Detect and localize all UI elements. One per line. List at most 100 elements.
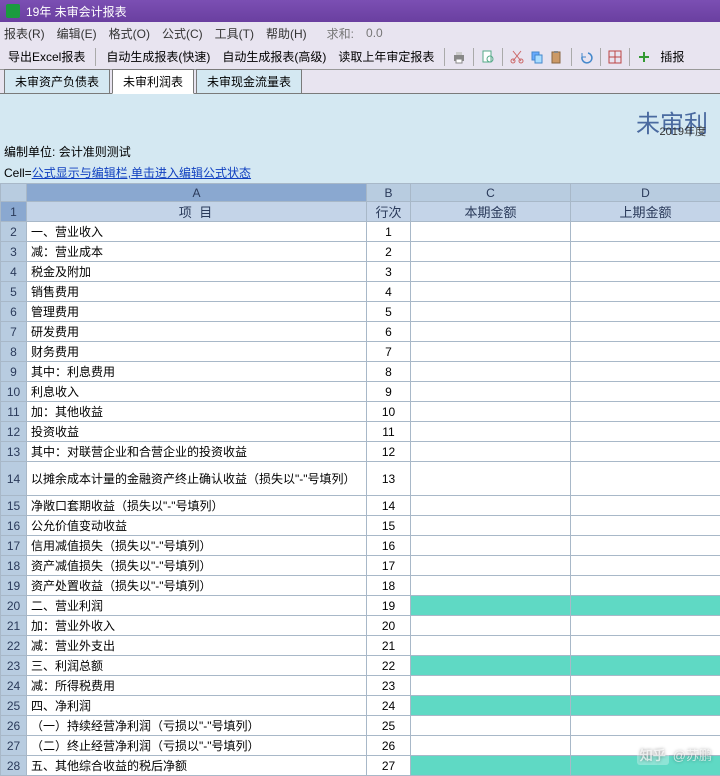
cell-line[interactable]: 21 (367, 636, 411, 656)
cell-current[interactable] (411, 262, 571, 282)
cell-prior[interactable] (571, 282, 720, 302)
cell-item[interactable]: 财务费用 (27, 342, 367, 362)
cell-current[interactable] (411, 636, 571, 656)
tab-income-statement[interactable]: 未审利润表 (112, 69, 194, 94)
cell-item[interactable]: 管理费用 (27, 302, 367, 322)
cell-prior[interactable] (571, 242, 720, 262)
cell-line[interactable]: 25 (367, 716, 411, 736)
paste-icon[interactable] (549, 49, 565, 65)
cell-line[interactable]: 14 (367, 496, 411, 516)
cell-current[interactable] (411, 302, 571, 322)
menu-report[interactable]: 报表(R) (4, 25, 45, 42)
menu-tools[interactable]: 工具(T) (215, 25, 254, 42)
cell-item[interactable]: 税金及附加 (27, 262, 367, 282)
cell-current[interactable] (411, 382, 571, 402)
cell-current[interactable] (411, 422, 571, 442)
cell-prior[interactable] (571, 656, 720, 676)
row-header[interactable]: 18 (1, 556, 27, 576)
row-header[interactable]: 4 (1, 262, 27, 282)
col-header-c[interactable]: C (411, 184, 571, 202)
menu-edit[interactable]: 编辑(E) (57, 25, 97, 42)
row-header[interactable]: 25 (1, 696, 27, 716)
cell-prior[interactable] (571, 442, 720, 462)
header-prior[interactable]: 上期金额 (571, 202, 720, 222)
row-header[interactable]: 5 (1, 282, 27, 302)
menu-help[interactable]: 帮助(H) (266, 25, 307, 42)
preview-icon[interactable] (480, 49, 496, 65)
cell-line[interactable]: 24 (367, 696, 411, 716)
row-header[interactable]: 12 (1, 422, 27, 442)
print-icon[interactable] (451, 49, 467, 65)
row-header[interactable]: 2 (1, 222, 27, 242)
cell-line[interactable]: 3 (367, 262, 411, 282)
cell-current[interactable] (411, 462, 571, 496)
row-header[interactable]: 7 (1, 322, 27, 342)
row-header[interactable]: 26 (1, 716, 27, 736)
corner-cell[interactable] (1, 184, 27, 202)
cell-line[interactable]: 15 (367, 516, 411, 536)
header-line[interactable]: 行次 (367, 202, 411, 222)
cell-current[interactable] (411, 516, 571, 536)
row-header[interactable]: 6 (1, 302, 27, 322)
row-header[interactable]: 23 (1, 656, 27, 676)
cell-current[interactable] (411, 616, 571, 636)
cell-line[interactable]: 4 (367, 282, 411, 302)
plus-icon[interactable] (636, 49, 652, 65)
cell-prior[interactable] (571, 302, 720, 322)
cut-icon[interactable] (509, 49, 525, 65)
cell-item[interactable]: 资产处置收益（损失以"-"号填列） (27, 576, 367, 596)
cell-item[interactable]: 其中：对联营企业和合营企业的投资收益 (27, 442, 367, 462)
cell-current[interactable] (411, 402, 571, 422)
cell-item[interactable]: 三、利润总额 (27, 656, 367, 676)
cell-prior[interactable] (571, 402, 720, 422)
cell-current[interactable] (411, 242, 571, 262)
cell-item[interactable]: 研发费用 (27, 322, 367, 342)
cell-line[interactable]: 6 (367, 322, 411, 342)
cell-prior[interactable] (571, 636, 720, 656)
cell-item[interactable]: 二、营业利润 (27, 596, 367, 616)
cell-item[interactable]: 信用减值损失（损失以"-"号填列） (27, 536, 367, 556)
cell-item[interactable]: 减：营业成本 (27, 242, 367, 262)
row-header[interactable]: 1 (1, 202, 27, 222)
cell-line[interactable]: 18 (367, 576, 411, 596)
cell-line[interactable]: 9 (367, 382, 411, 402)
cell-item[interactable]: 减：所得税费用 (27, 676, 367, 696)
cell-current[interactable] (411, 496, 571, 516)
row-header[interactable]: 27 (1, 736, 27, 756)
row-header[interactable]: 16 (1, 516, 27, 536)
cell-prior[interactable] (571, 422, 720, 442)
cell-line[interactable]: 11 (367, 422, 411, 442)
cell-item[interactable]: 净敞口套期收益（损失以"-"号填列） (27, 496, 367, 516)
cell-item[interactable]: 利息收入 (27, 382, 367, 402)
col-header-d[interactable]: D (571, 184, 720, 202)
cell-item[interactable]: 四、净利润 (27, 696, 367, 716)
row-header[interactable]: 21 (1, 616, 27, 636)
autogen-adv-button[interactable]: 自动生成报表(高级) (218, 46, 330, 67)
autogen-fast-button[interactable]: 自动生成报表(快速) (102, 46, 214, 67)
cell-current[interactable] (411, 342, 571, 362)
col-header-b[interactable]: B (367, 184, 411, 202)
menu-format[interactable]: 格式(O) (109, 25, 150, 42)
row-header[interactable]: 19 (1, 576, 27, 596)
cell-prior[interactable] (571, 576, 720, 596)
insert-button[interactable]: 插报 (656, 46, 688, 67)
cell-current[interactable] (411, 556, 571, 576)
cell-item[interactable]: （一）持续经营净利润（亏损以"-"号填列） (27, 716, 367, 736)
cell-line[interactable]: 17 (367, 556, 411, 576)
cell-current[interactable] (411, 536, 571, 556)
row-header[interactable]: 15 (1, 496, 27, 516)
cell-line[interactable]: 16 (367, 536, 411, 556)
formula-text[interactable]: 公式显示与编辑栏,单击进入编辑公式状态 (32, 164, 251, 181)
cell-current[interactable] (411, 222, 571, 242)
cell-item[interactable]: 其中：利息费用 (27, 362, 367, 382)
cell-line[interactable]: 23 (367, 676, 411, 696)
header-current[interactable]: 本期金额 (411, 202, 571, 222)
grid-icon[interactable] (607, 49, 623, 65)
cell-prior[interactable] (571, 696, 720, 716)
row-header[interactable]: 20 (1, 596, 27, 616)
cell-item[interactable]: 资产减值损失（损失以"-"号填列） (27, 556, 367, 576)
cell-line[interactable]: 1 (367, 222, 411, 242)
cell-current[interactable] (411, 596, 571, 616)
tab-cash-flow[interactable]: 未审现金流量表 (196, 69, 302, 93)
cell-prior[interactable] (571, 222, 720, 242)
